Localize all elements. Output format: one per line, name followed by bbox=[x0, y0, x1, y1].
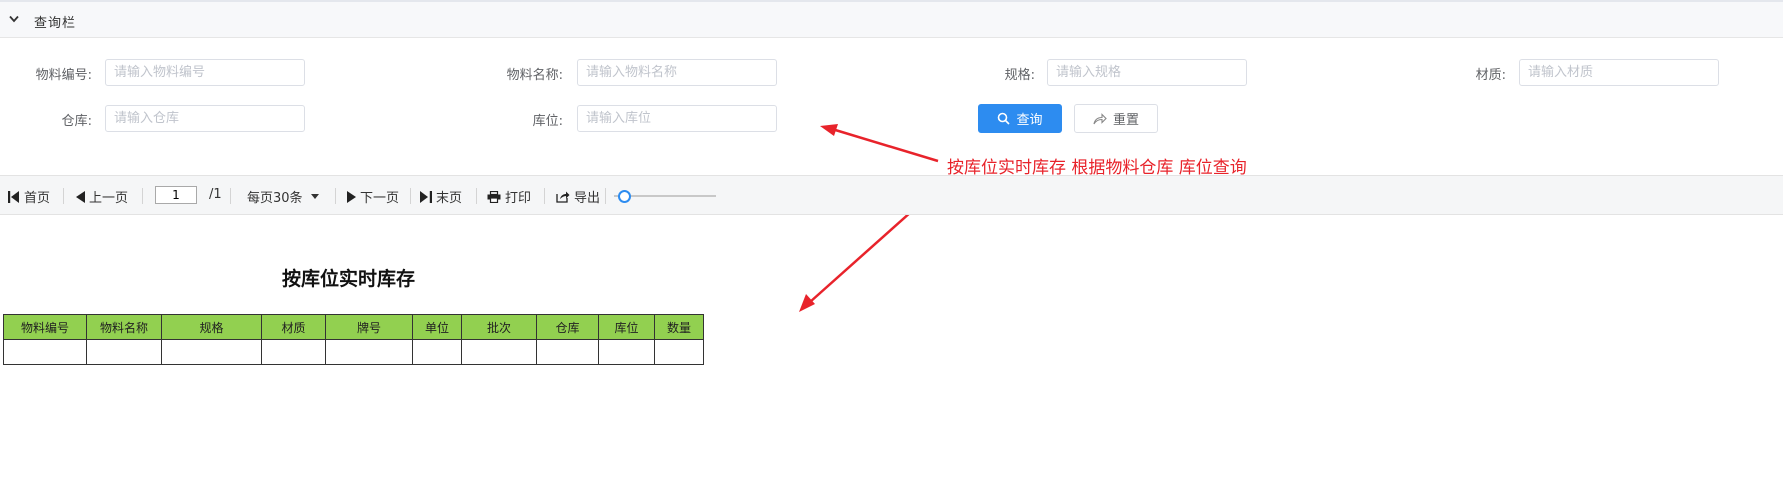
report-toolbar: 首页 上一页 /1 每页30条 下一页 末页 bbox=[0, 175, 1783, 215]
column-header: 物料名称 bbox=[86, 314, 162, 340]
table-cell bbox=[654, 339, 704, 365]
material-quality-label: 材质: bbox=[1475, 68, 1506, 83]
page-number-input[interactable] bbox=[155, 186, 197, 204]
prev-page-label: 上一页 bbox=[89, 191, 129, 206]
page-size-label: 每页30条 bbox=[247, 191, 303, 206]
query-button-label: 查询 bbox=[1016, 112, 1043, 127]
prev-page-button[interactable]: 上一页 bbox=[76, 187, 128, 206]
next-page-label: 下一页 bbox=[360, 191, 400, 206]
material-quality-input[interactable] bbox=[1519, 59, 1719, 86]
toolbar-divider bbox=[230, 188, 231, 204]
print-button[interactable]: 打印 bbox=[487, 187, 531, 206]
spec-input[interactable] bbox=[1047, 59, 1247, 86]
column-header: 材质 bbox=[261, 314, 326, 340]
warehouse-input[interactable] bbox=[105, 105, 305, 132]
table-cell bbox=[261, 339, 326, 365]
toolbar-divider bbox=[605, 188, 606, 204]
query-bar-header[interactable]: 查询栏 bbox=[0, 0, 1783, 38]
location-label: 库位: bbox=[532, 114, 563, 129]
first-page-label: 首页 bbox=[24, 191, 51, 206]
table-cell bbox=[86, 339, 162, 365]
last-page-label: 末页 bbox=[436, 191, 463, 206]
table-cell bbox=[461, 339, 537, 365]
export-icon bbox=[556, 191, 570, 203]
export-button[interactable]: 导出 bbox=[556, 187, 600, 206]
spec-label: 规格: bbox=[1004, 68, 1035, 83]
page-size-select[interactable]: 每页30条 bbox=[247, 187, 319, 206]
material-name-label: 物料名称: bbox=[506, 68, 563, 83]
query-button[interactable]: 查询 bbox=[978, 104, 1062, 133]
first-page-icon bbox=[8, 190, 19, 203]
toolbar-divider bbox=[335, 188, 336, 204]
toolbar-divider bbox=[476, 188, 477, 204]
first-page-button[interactable]: 首页 bbox=[8, 187, 50, 206]
column-header: 规格 bbox=[161, 314, 262, 340]
toolbar-divider bbox=[544, 188, 545, 204]
column-header: 数量 bbox=[654, 314, 704, 340]
location-input[interactable] bbox=[577, 105, 777, 132]
next-page-button[interactable]: 下一页 bbox=[347, 187, 399, 206]
arrow-to-form-head bbox=[820, 124, 838, 136]
column-header: 仓库 bbox=[536, 314, 599, 340]
print-label: 打印 bbox=[505, 191, 532, 206]
arrow-to-report-head bbox=[799, 294, 815, 312]
table-cell bbox=[325, 339, 413, 365]
reset-button[interactable]: 重置 bbox=[1074, 104, 1158, 133]
prev-page-icon bbox=[76, 190, 85, 203]
arrow-to-form bbox=[831, 127, 939, 163]
warehouse-label: 仓库: bbox=[61, 114, 92, 129]
total-pages: /1 bbox=[209, 187, 222, 202]
chevron-down-icon[interactable] bbox=[9, 15, 19, 23]
column-header: 物料编号 bbox=[3, 314, 87, 340]
share-icon bbox=[1093, 112, 1107, 124]
column-header: 库位 bbox=[598, 314, 655, 340]
last-page-button[interactable]: 末页 bbox=[420, 187, 462, 206]
report-title: 按库位实时库存 bbox=[282, 268, 416, 290]
print-icon bbox=[487, 190, 501, 203]
table-cell bbox=[3, 339, 87, 365]
table-cell bbox=[598, 339, 655, 365]
table-cell bbox=[161, 339, 262, 365]
table-header-row: 物料编号 物料名称 规格 材质 牌号 单位 批次 仓库 库位 数量 bbox=[3, 314, 704, 340]
query-bar-title: 查询栏 bbox=[34, 16, 77, 31]
material-code-input[interactable] bbox=[105, 59, 305, 86]
column-header: 批次 bbox=[461, 314, 537, 340]
reset-button-label: 重置 bbox=[1112, 112, 1139, 127]
caret-down-icon bbox=[310, 194, 319, 199]
table-cell bbox=[536, 339, 599, 365]
toolbar-divider bbox=[63, 188, 64, 204]
table-row bbox=[3, 339, 704, 365]
toolbar-divider bbox=[410, 188, 411, 204]
material-name-input[interactable] bbox=[577, 59, 777, 86]
material-code-label: 物料编号: bbox=[35, 68, 92, 83]
column-header: 牌号 bbox=[325, 314, 413, 340]
table-cell bbox=[412, 339, 462, 365]
next-page-icon bbox=[347, 190, 356, 203]
toolbar-divider bbox=[142, 188, 143, 204]
report-table: 物料编号 物料名称 规格 材质 牌号 单位 批次 仓库 库位 数量 bbox=[3, 314, 704, 365]
search-icon bbox=[998, 112, 1011, 125]
export-label: 导出 bbox=[574, 191, 601, 206]
column-header: 单位 bbox=[412, 314, 462, 340]
zoom-slider-handle[interactable] bbox=[618, 190, 632, 203]
last-page-icon bbox=[420, 190, 432, 203]
